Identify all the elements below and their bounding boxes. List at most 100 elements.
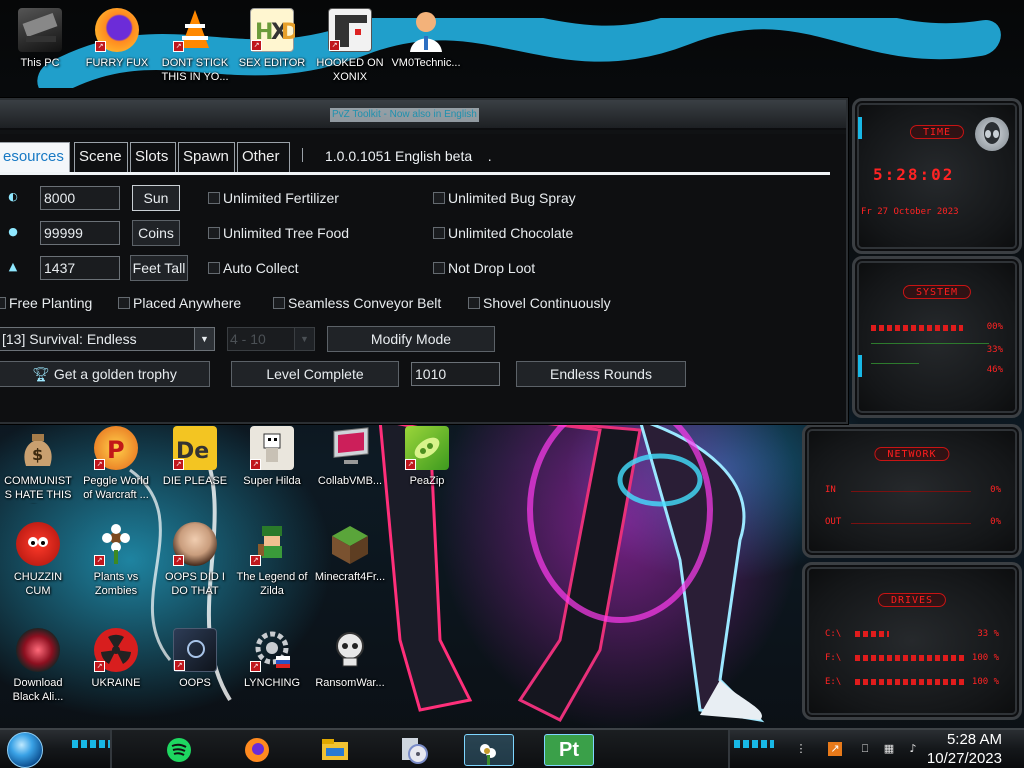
- coins-value-input[interactable]: 99999: [40, 221, 120, 245]
- gadget-title: SYSTEM: [902, 285, 972, 299]
- tray-usb-icon[interactable]: ⎕: [858, 742, 872, 756]
- desktop-icon-vm0technic[interactable]: VM0Technic...: [388, 6, 464, 90]
- checkbox-box[interactable]: [433, 227, 445, 239]
- accent-light: [858, 355, 862, 377]
- icon-label: This PC: [20, 57, 60, 69]
- unlimited-fertilizer-checkbox[interactable]: Unlimited Fertilizer: [208, 188, 339, 208]
- desktop-icon-collabvm[interactable]: CollabVMB...: [312, 424, 388, 508]
- network-icon[interactable]: ▦: [882, 742, 896, 756]
- coins-button[interactable]: Coins: [132, 220, 180, 246]
- coin-bag-icon: ●: [8, 225, 18, 238]
- checkbox-box[interactable]: [433, 262, 445, 274]
- rounds-value-input[interactable]: 1010: [411, 362, 500, 386]
- network-label: OUT: [825, 517, 842, 527]
- desktop-icon-this-pc[interactable]: This PC: [2, 6, 78, 90]
- tab-scene[interactable]: Scene: [74, 142, 128, 172]
- desktop-icon-oops[interactable]: ↗ OOPS: [157, 626, 233, 710]
- chevron-down-icon[interactable]: ▼: [194, 328, 214, 350]
- checkbox-box[interactable]: [208, 262, 220, 274]
- unlimited-bug-spray-checkbox[interactable]: Unlimited Bug Spray: [433, 188, 576, 208]
- checkbox-box[interactable]: [433, 192, 445, 204]
- desktop-icon-legend-of-zilda[interactable]: ↗ The Legend of Zilda: [234, 520, 310, 604]
- desktop-icon-peggle[interactable]: P ↗ Peggle World of Warcraft ...: [78, 424, 154, 508]
- firefox-icon[interactable]: [240, 734, 274, 766]
- checkbox-box[interactable]: [118, 297, 130, 309]
- icon-label: HOOKED ON XONIX: [316, 57, 384, 83]
- tab-resources[interactable]: esources: [0, 142, 70, 173]
- tray-app-icon[interactable]: ↗: [828, 742, 842, 756]
- tab-slots[interactable]: Slots: [130, 142, 176, 172]
- level-complete-button[interactable]: Level Complete: [231, 361, 399, 387]
- system-value: 33%: [986, 345, 1003, 355]
- desktop-icon-download-black-ali[interactable]: Download Black Ali...: [0, 626, 76, 710]
- auto-collect-checkbox[interactable]: Auto Collect: [208, 258, 298, 278]
- desktop-icon-sex-editor[interactable]: HXD ↗ SEX EDITOR: [234, 6, 310, 90]
- game-mode-select[interactable]: [13] Survival: Endless ▼: [0, 327, 215, 351]
- taskbar-clock-date[interactable]: 10/27/2023: [927, 750, 1002, 767]
- not-drop-loot-checkbox[interactable]: Not Drop Loot: [433, 258, 535, 278]
- desktop-icon-ransomware[interactable]: RansomWar...: [312, 626, 388, 710]
- unlimited-chocolate-checkbox[interactable]: Unlimited Chocolate: [433, 223, 573, 243]
- start-button[interactable]: [7, 732, 43, 768]
- checkbox-box[interactable]: [0, 297, 6, 309]
- network-gadget[interactable]: NETWORK IN 0% OUT 0%: [802, 424, 1022, 558]
- system-value: 00%: [986, 322, 1003, 332]
- gadget-date: Fr 27 October 2023: [861, 207, 959, 217]
- time-gadget[interactable]: TIME 5:28:02 Fr 27 October 2023: [852, 98, 1022, 254]
- feet-tall-button[interactable]: Feet Tall: [130, 255, 188, 281]
- desktop-icon-dont-stick[interactable]: ↗ DONT STICK THIS IN YO...: [157, 6, 233, 90]
- system-gadget[interactable]: SYSTEM 00% 33% 46%: [852, 256, 1022, 418]
- desktop-icon-chuzzin[interactable]: CHUZZIN CUM: [0, 520, 76, 604]
- window-title: PvZ Toolkit - Now also in English: [330, 108, 479, 122]
- icon-label: CHUZZIN CUM: [13, 571, 63, 597]
- icon-label: OOPS: [179, 677, 211, 689]
- tree-height-input[interactable]: 1437: [40, 256, 120, 280]
- checkbox-box[interactable]: [273, 297, 285, 309]
- gadget-clock: 5:28:02: [873, 165, 955, 184]
- network-graph-line: [851, 523, 971, 524]
- grass-block-icon: [328, 522, 372, 566]
- radiation-icon: ↗: [94, 628, 138, 672]
- icon-label: The Legend of Zilda: [236, 571, 308, 597]
- free-planting-checkbox[interactable]: Free Planting: [0, 293, 92, 313]
- tab-spawn[interactable]: Spawn: [178, 142, 235, 172]
- desktop-icon-communists[interactable]: $ COMMUNISTS HATE THIS G...: [0, 424, 76, 508]
- tab-other[interactable]: Other: [237, 142, 290, 172]
- window-titlebar[interactable]: PvZ Toolkit - Now also in English: [0, 100, 846, 130]
- tab-underline: [0, 172, 830, 175]
- sun-value-input[interactable]: 8000: [40, 186, 120, 210]
- pvz-toolkit-window[interactable]: PvZ Toolkit - Now also in English esourc…: [0, 98, 848, 424]
- taskbar-accent-lights: [734, 740, 774, 748]
- file-explorer-icon[interactable]: [318, 734, 352, 766]
- firefox-icon: ↗: [95, 8, 139, 52]
- desktop-icon-die-please[interactable]: De ↗ DIE PLEASE: [157, 424, 233, 508]
- taskbar-clock-time[interactable]: 5:28 AM: [947, 731, 1002, 748]
- modify-mode-button[interactable]: Modify Mode: [327, 326, 495, 352]
- icon-label: Peggle World of Warcraft ...: [83, 475, 149, 501]
- desktop-icon-hooked-on-xonix[interactable]: ↗ HOOKED ON XONIX: [312, 6, 388, 90]
- checkbox-box[interactable]: [468, 297, 480, 309]
- drives-gadget[interactable]: DRIVES C:\ 33 % F:\ 100 % E:\ 100 %: [802, 562, 1022, 720]
- shovel-continuously-checkbox[interactable]: Shovel Continuously: [468, 293, 611, 313]
- pvz-toolkit-icon[interactable]: [464, 734, 514, 766]
- spotify-icon[interactable]: [162, 734, 196, 766]
- unlimited-tree-food-checkbox[interactable]: Unlimited Tree Food: [208, 223, 349, 243]
- placed-anywhere-checkbox[interactable]: Placed Anywhere: [118, 293, 241, 313]
- seamless-conveyor-belt-checkbox[interactable]: Seamless Conveyor Belt: [273, 293, 441, 313]
- desktop-icon-plants-vs-zombies[interactable]: ↗ Plants vs Zombies: [78, 520, 154, 604]
- desktop-icon-peazip[interactable]: ↗ PeaZip: [389, 424, 465, 508]
- checkbox-box[interactable]: [208, 227, 220, 239]
- desktop-icon-minecraft[interactable]: Minecraft4Fr...: [312, 520, 388, 604]
- desktop-icon-oops-did-i[interactable]: ↗ OOPS DID I DO THAT: [157, 520, 233, 604]
- desktop-icon-super-hilda[interactable]: ↗ Super Hilda: [234, 424, 310, 508]
- sun-button[interactable]: Sun: [132, 185, 180, 211]
- desktop-icon-furry-fux[interactable]: ↗ FURRY FUX: [79, 6, 155, 90]
- golden-trophy-button[interactable]: 🏆︎ Get a golden trophy: [0, 361, 210, 387]
- endless-rounds-button[interactable]: Endless Rounds: [516, 361, 686, 387]
- desktop-icon-ukraine[interactable]: ↗ UKRAINE: [78, 626, 154, 710]
- volume-icon[interactable]: ♪: [906, 742, 920, 756]
- checkbox-box[interactable]: [208, 192, 220, 204]
- disc-tool-icon[interactable]: [396, 734, 430, 766]
- desktop-icon-lynching[interactable]: ↗ LYNCHING: [234, 626, 310, 710]
- pt-app-icon[interactable]: Pt: [544, 734, 594, 766]
